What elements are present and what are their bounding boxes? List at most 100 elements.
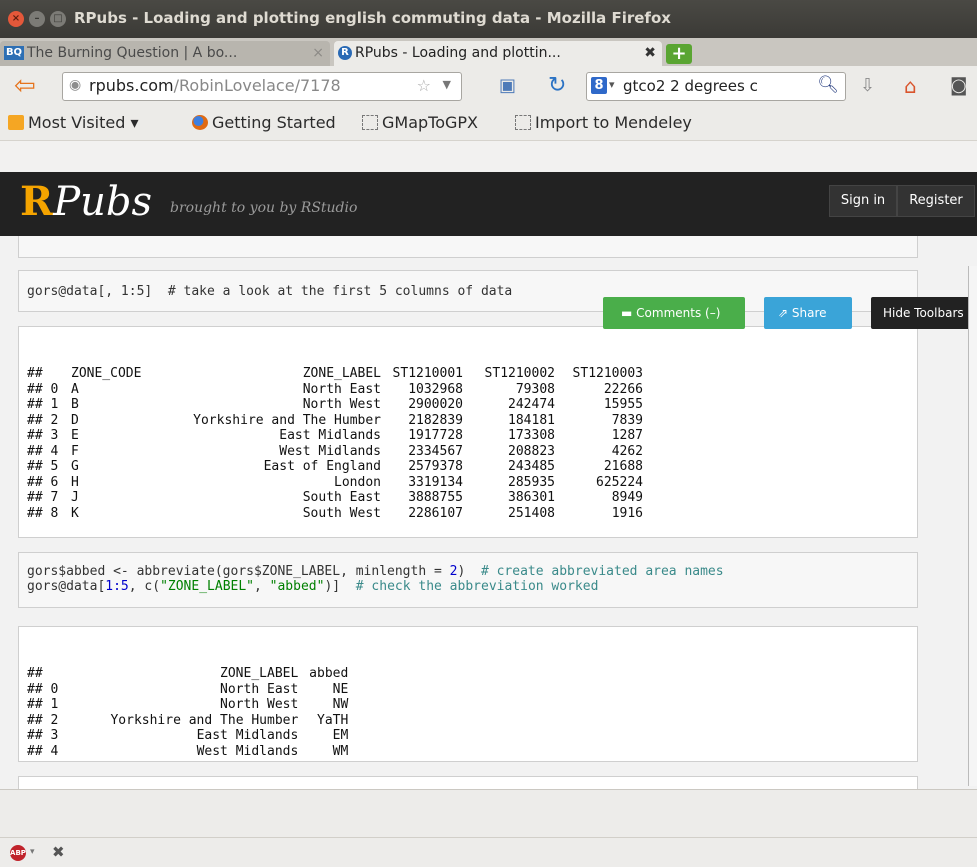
zone-code: J: [71, 490, 79, 505]
st1210003: 1287: [611, 428, 643, 443]
code-comment: # check the abbreviation worked: [355, 579, 599, 594]
zone-code: K: [71, 505, 79, 521]
navigation-toolbar: ⇦ ◉ rpubs.com/RobinLovelace/7178 ☆ ▼ ▣ ↻…: [0, 66, 977, 107]
adblock-plus-icon[interactable]: ABP: [10, 845, 26, 861]
row-index: ## 3: [27, 728, 59, 743]
code-text: ,: [254, 579, 270, 594]
table-row: ## 6 H London 3319134 285935 625224: [27, 475, 647, 491]
bookmark-label: Import to Mendeley: [535, 113, 692, 132]
table-header: ST1210001: [392, 366, 463, 381]
rpubs-favicon-icon: R: [338, 46, 352, 60]
row-index: ## 8: [27, 505, 59, 521]
zone-label: West Midlands: [279, 443, 381, 459]
search-icon[interactable]: 🔍︎: [817, 75, 839, 95]
st1210002: 386301: [508, 490, 555, 505]
search-engine-dropdown-icon[interactable]: ▾: [609, 78, 615, 91]
bookmark-label: Getting Started: [212, 113, 336, 132]
table-row: ## 3 E East Midlands 1917728 173308 1287: [27, 428, 647, 444]
url-bar[interactable]: ◉ rpubs.com/RobinLovelace/7178 ☆ ▼: [62, 72, 462, 101]
home-icon[interactable]: ⌂: [904, 76, 917, 96]
hide-toolbars-label: Hide Toolbars: [883, 306, 964, 320]
tab-close-icon[interactable]: ✖: [644, 41, 656, 65]
code-text: ): [457, 564, 481, 579]
close-addon-bar-icon[interactable]: ✖: [52, 843, 65, 861]
back-arrow-icon[interactable]: ⇦: [14, 73, 54, 99]
abbed: WM: [332, 743, 349, 759]
st1210002: 79308: [515, 381, 555, 397]
st1210002: 285935: [508, 474, 555, 490]
st1210001: 3319134: [408, 474, 463, 490]
new-tab-button[interactable]: +: [666, 44, 692, 64]
download-icon[interactable]: ⇩: [860, 76, 875, 96]
share-icon: ⇗: [778, 306, 789, 320]
bookmark-gmaptogpx[interactable]: GMapToGPX: [362, 113, 478, 132]
zone-code: B: [71, 397, 79, 412]
addon-icon[interactable]: ◙: [950, 76, 967, 96]
zone-label: North West: [302, 397, 381, 412]
tab-burning-question[interactable]: BQ The Burning Question | A bo... ×: [0, 41, 330, 66]
share-button[interactable]: ⇗ Share: [764, 297, 852, 329]
window-close-button[interactable]: ×: [8, 11, 24, 27]
bq-favicon-icon: BQ: [4, 46, 24, 60]
google-search-engine-icon[interactable]: 8: [591, 77, 607, 94]
bookmark-star-icon[interactable]: ☆: [417, 76, 431, 95]
row-index: ## 7: [27, 490, 59, 505]
reload-icon[interactable]: ↻: [548, 75, 566, 97]
register-button[interactable]: Register: [897, 185, 975, 217]
tab-rpubs[interactable]: R RPubs - Loading and plottin... ✖: [334, 41, 662, 66]
zone-label: London: [334, 474, 381, 490]
zone-label: East of England: [263, 459, 381, 474]
output-block-1: ## ZONE_CODE ZONE_LABEL ST1210001 ST1210…: [18, 326, 918, 538]
table-row: ## 2 D Yorkshire and The Humber 2182839 1841…: [27, 413, 647, 429]
url-dropdown-icon[interactable]: ▼: [443, 78, 451, 91]
search-input[interactable]: gtco2 2 degrees c: [623, 77, 758, 95]
firefox-icon: [192, 115, 208, 130]
bookmark-getting-started[interactable]: Getting Started: [192, 113, 336, 132]
code-text: )]: [324, 579, 356, 594]
table-row: ## 5 G East of England 2579378 243485 21688: [27, 459, 647, 475]
st1210003: 8949: [611, 490, 643, 505]
adblock-dropdown-icon[interactable]: ▾: [30, 847, 35, 857]
table-row: ## 0 A North East 1032968 79308 22266: [27, 382, 647, 398]
window-maximize-button[interactable]: □: [50, 11, 66, 27]
st1210002: 208823: [508, 443, 555, 459]
zone-label: North West: [220, 697, 299, 712]
output-table-1: ## ZONE_CODE ZONE_LABEL ST1210001 ST1210…: [27, 366, 647, 521]
bookmark-most-visited[interactable]: Most Visited ▾: [8, 113, 139, 132]
bookmark-label: GMapToGPX: [382, 113, 479, 132]
abbed: NE: [332, 681, 349, 697]
table-header-row: ## ZONE_CODE ZONE_LABEL ST1210001 ST1210…: [27, 366, 647, 382]
tab-label: RPubs - Loading and plottin...: [355, 45, 561, 61]
page-scrollbar[interactable]: [968, 266, 977, 786]
st1210003: 15955: [603, 397, 643, 412]
st1210001: 2286107: [408, 505, 463, 521]
row-index: ## 4: [27, 743, 59, 759]
window-minimize-button[interactable]: –: [29, 11, 45, 27]
signin-button[interactable]: Sign in: [829, 185, 897, 217]
tab-close-icon[interactable]: ×: [312, 41, 324, 65]
st1210002: 242474: [508, 397, 555, 412]
comment-icon: ▬: [621, 306, 633, 320]
row-index: ## 1: [27, 397, 59, 412]
table-row: ## 3 East Midlands EM: [27, 728, 352, 744]
abbed: NW: [332, 697, 349, 712]
logo-rest: Pubs: [53, 179, 153, 225]
url-text[interactable]: rpubs.com/RobinLovelace/7178: [89, 76, 341, 95]
rpubs-logo[interactable]: RPubs: [20, 178, 152, 225]
zone-label: East Midlands: [279, 428, 381, 443]
bookmark-import-mendeley[interactable]: Import to Mendeley: [515, 113, 692, 132]
st1210001: 2579378: [408, 459, 463, 474]
zone-code: H: [71, 474, 79, 490]
search-bar[interactable]: 8 ▾ gtco2 2 degrees c 🔍︎: [586, 72, 846, 101]
st1210001: 1032968: [408, 381, 463, 397]
share-label: Share: [791, 306, 827, 320]
zone-label: Yorkshire and The Humber: [110, 712, 299, 728]
hide-toolbars-button[interactable]: Hide Toolbars: [871, 297, 977, 329]
row-index: ## 2: [27, 412, 59, 428]
comments-button[interactable]: ▬ Comments (–): [603, 297, 745, 329]
window-titlebar: × – □ RPubs - Loading and plotting engli…: [0, 0, 977, 38]
abbed: YaTH: [317, 712, 349, 728]
comments-label: Comments (–): [636, 306, 721, 320]
bookmarks-icon[interactable]: ▣: [499, 76, 516, 96]
cropped-output-block: [18, 236, 918, 258]
